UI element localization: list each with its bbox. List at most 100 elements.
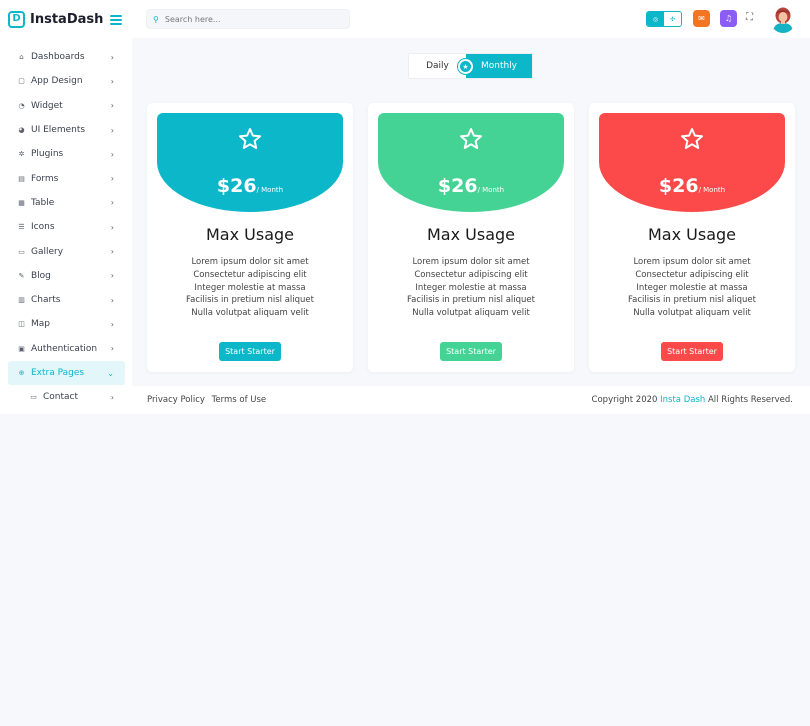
sidebar-item-label: Plugins [31,149,64,160]
pricing-card: $26/ Month Max Usage Lorem ipsum dolor s… [147,103,353,372]
start-starter-button[interactable]: Start Starter [661,342,723,361]
sidebar-item-label: Dashboards [31,52,85,63]
sidebar-item-label: Gallery [31,246,64,257]
card-header: $26/ Month [599,113,785,212]
billing-period-switch[interactable]: Daily Monthly ★ [408,53,533,79]
theme-toggle[interactable]: ◎ ✣ [646,11,682,27]
sidebar-item-app-design[interactable]: ▢ App Design › [0,69,132,93]
pricing-card: $26/ Month Max Usage Lorem ipsum dolor s… [368,103,574,372]
feature-item: Integer molestie at massa [415,282,527,293]
copyright-suffix: All Rights Reserved. [707,395,793,405]
sidebar-item-label: Table [31,197,55,208]
sidebar-item-contact[interactable]: ▭ Contact › [0,385,132,409]
sidebar-item-label: Charts [31,295,61,306]
chevron-right-icon: › [110,295,114,305]
price-period: / Month [698,186,726,194]
terms-of-use-link[interactable]: Terms of Use [212,395,267,405]
sidebar-item-charts[interactable]: ▥ Charts › [0,288,132,312]
search-icon: ⚲ [153,14,159,24]
sidebar-item-label: UI Elements [31,125,86,136]
chevron-right-icon: › [110,247,114,257]
sidebar-item-map[interactable]: ◫ Map › [0,312,132,336]
table-icon: ▦ [18,198,25,207]
sidebar-item-widget[interactable]: ◔ Widget › [0,94,132,118]
fullscreen-icon[interactable]: ⛶ [746,12,753,23]
footer: Privacy Policy Terms of Use Copyright 20… [132,386,810,414]
brand: D InstaDash [0,0,132,38]
sidebar-item-icons[interactable]: ☰ Icons › [0,215,132,239]
sidebar-item-table[interactable]: ▦ Table › [0,191,132,215]
price: $26/ Month [157,175,343,197]
sidebar-item-blog[interactable]: ✎ Blog › [0,264,132,288]
card-header: $26/ Month [157,113,343,212]
logo-icon: D [8,10,25,28]
sidebar: D InstaDash ⌂ Dashboards › ▢ App Design … [0,0,132,414]
price-period: / Month [256,186,284,194]
sidebar-item-forms[interactable]: ▤ Forms › [0,166,132,190]
chevron-down-icon: ⌄ [107,368,114,378]
star-icon [378,127,564,154]
footer-links: Privacy Policy Terms of Use [147,395,270,405]
plugins-icon: ✲ [18,150,25,159]
star-icon [157,127,343,154]
chevron-right-icon: › [110,392,114,402]
chevron-right-icon: › [110,149,114,159]
feature-item: Integer molestie at massa [194,282,306,293]
dark-mode-icon[interactable]: ✣ [664,12,681,26]
mail-icon[interactable]: ✉ [693,10,710,27]
search-box[interactable]: ⚲ [146,9,350,29]
sidebar-nav: ⌂ Dashboards › ▢ App Design › ◔ Widget ›… [0,45,132,409]
star-icon [599,127,785,154]
feature-list: Lorem ipsum dolor sit amet Consectetur a… [589,256,795,320]
feature-item: Facilisis in pretium nisl aliquet [186,295,314,306]
sidebar-item-label: Map [31,319,50,330]
copyright: Copyright 2020 Insta Dash All Rights Res… [592,395,793,405]
star-icon[interactable]: ★ [458,59,473,74]
feature-item: Lorem ipsum dolor sit amet [412,257,530,267]
gallery-icon: ▭ [18,247,25,256]
forms-icon: ▤ [18,174,25,183]
feature-item: Nulla volutpat aliquam velit [633,308,751,319]
feature-item: Consectetur adipiscing elit [193,269,307,280]
start-starter-button[interactable]: Start Starter [440,342,502,361]
search-input[interactable] [164,14,335,24]
chevron-right-icon: › [110,222,114,232]
feature-item: Facilisis in pretium nisl aliquet [407,295,535,306]
plan-title: Max Usage [205,225,294,244]
sidebar-item-gallery[interactable]: ▭ Gallery › [0,239,132,263]
chevron-right-icon: › [110,101,114,111]
sidebar-item-plugins[interactable]: ✲ Plugins › [0,142,132,166]
feature-item: Lorem ipsum dolor sit amet [633,257,751,267]
sidebar-item-label: Blog [31,270,51,281]
copyright-brand-link[interactable]: Insta Dash [660,395,705,405]
chevron-right-icon: › [110,319,114,329]
plan-title: Max Usage [647,225,736,244]
card-header: $26/ Month [378,113,564,212]
sidebar-item-label: App Design [31,76,83,87]
feature-list: Lorem ipsum dolor sit amet Consectetur a… [368,256,574,320]
extra-pages-icon: ⊕ [18,369,25,377]
blog-icon: ✎ [18,271,25,280]
sidebar-item-label: Icons [31,222,55,233]
menu-toggle-icon[interactable] [110,15,122,25]
feature-item: Consectetur adipiscing elit [635,269,749,280]
sidebar-item-dashboards[interactable]: ⌂ Dashboards › [0,45,132,69]
chevron-right-icon: › [110,76,114,86]
sidebar-item-authentication[interactable]: ▣ Authentication › [0,337,132,361]
feature-item: Lorem ipsum dolor sit amet [191,257,309,267]
light-mode-icon[interactable]: ◎ [647,12,664,26]
price-period: / Month [477,186,505,194]
start-starter-button[interactable]: Start Starter [219,342,281,361]
home-icon: ⌂ [19,53,24,62]
sidebar-item-ui-elements[interactable]: ◕ UI Elements › [0,118,132,142]
brand-name: InstaDash [30,11,104,27]
chevron-right-icon: › [110,344,114,354]
feature-item: Nulla volutpat aliquam velit [412,308,530,319]
sidebar-item-extra-pages[interactable]: ⊕ Extra Pages ⌄ [8,360,125,386]
notification-bell-icon[interactable]: ♫ [720,10,737,27]
map-icon: ◫ [18,320,25,329]
privacy-policy-link[interactable]: Privacy Policy [147,395,205,405]
feature-item: Integer molestie at massa [636,282,748,293]
monthly-option[interactable]: Monthly [466,54,532,78]
avatar[interactable] [770,6,796,33]
